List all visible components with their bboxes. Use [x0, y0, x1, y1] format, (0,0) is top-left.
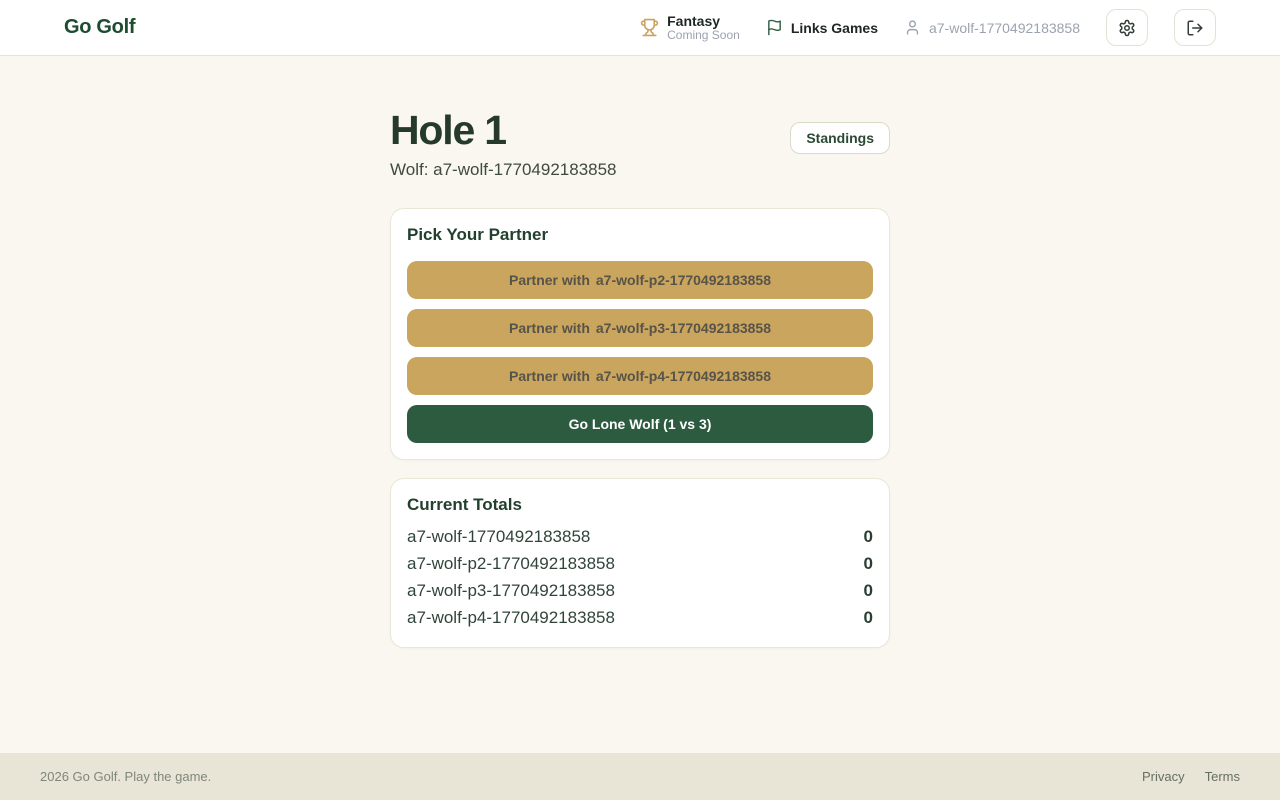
- player-score: 0: [864, 554, 873, 574]
- totals-row: a7-wolf-p2-1770492183858 0: [407, 550, 873, 577]
- pick-partner-title: Pick Your Partner: [407, 225, 873, 245]
- current-totals-title: Current Totals: [407, 495, 873, 515]
- user-icon: [904, 19, 921, 36]
- trophy-icon: [640, 18, 659, 37]
- player-name: a7-wolf-p3-1770492183858: [407, 581, 615, 601]
- gear-icon: [1118, 19, 1136, 37]
- username-label: a7-wolf-1770492183858: [929, 20, 1080, 36]
- partner-name: a7-wolf-p2-1770492183858: [596, 272, 771, 288]
- player-name: a7-wolf-p4-1770492183858: [407, 608, 615, 628]
- flag-icon: [766, 19, 783, 36]
- settings-button[interactable]: [1106, 9, 1148, 46]
- player-score: 0: [864, 527, 873, 547]
- fantasy-labels: Fantasy Coming Soon: [667, 13, 740, 43]
- current-totals-card: Current Totals a7-wolf-1770492183858 0 a…: [390, 478, 890, 648]
- content-container: Hole 1 Wolf: a7-wolf-1770492183858 Stand…: [390, 56, 890, 648]
- totals-row: a7-wolf-p3-1770492183858 0: [407, 577, 873, 604]
- partner-name: a7-wolf-p4-1770492183858: [596, 368, 771, 384]
- player-name: a7-wolf-1770492183858: [407, 527, 590, 547]
- fantasy-label: Fantasy: [667, 13, 740, 29]
- partner-button-stack: Partner with a7-wolf-p2-1770492183858 Pa…: [407, 261, 873, 443]
- standings-button[interactable]: Standings: [790, 122, 890, 154]
- partner-button-p3[interactable]: Partner with a7-wolf-p3-1770492183858: [407, 309, 873, 347]
- partner-prefix: Partner with: [509, 272, 590, 288]
- page-title: Hole 1: [390, 108, 617, 153]
- main-area: Hole 1 Wolf: a7-wolf-1770492183858 Stand…: [0, 56, 1280, 753]
- app-logo[interactable]: Go Golf: [64, 16, 135, 39]
- links-games-label: Links Games: [791, 20, 878, 36]
- partner-button-p4[interactable]: Partner with a7-wolf-p4-1770492183858: [407, 357, 873, 395]
- partner-prefix: Partner with: [509, 320, 590, 336]
- player-score: 0: [864, 608, 873, 628]
- app-footer: 2026 Go Golf. Play the game. Privacy Ter…: [0, 753, 1280, 800]
- pick-partner-card: Pick Your Partner Partner with a7-wolf-p…: [390, 208, 890, 460]
- terms-link[interactable]: Terms: [1205, 769, 1240, 784]
- title-row: Hole 1 Wolf: a7-wolf-1770492183858 Stand…: [390, 108, 890, 180]
- totals-row: a7-wolf-p4-1770492183858 0: [407, 604, 873, 631]
- footer-links: Privacy Terms: [1142, 769, 1240, 784]
- lone-wolf-button[interactable]: Go Lone Wolf (1 vs 3): [407, 405, 873, 443]
- footer-copyright: 2026 Go Golf. Play the game.: [40, 769, 211, 784]
- title-block: Hole 1 Wolf: a7-wolf-1770492183858: [390, 108, 617, 180]
- totals-row: a7-wolf-1770492183858 0: [407, 523, 873, 550]
- partner-name: a7-wolf-p3-1770492183858: [596, 320, 771, 336]
- nav-item-links-games[interactable]: Links Games: [766, 19, 878, 36]
- wolf-subtitle: Wolf: a7-wolf-1770492183858: [390, 160, 617, 180]
- partner-button-p2[interactable]: Partner with a7-wolf-p2-1770492183858: [407, 261, 873, 299]
- header-nav: Fantasy Coming Soon Links Games a7-wolf-…: [640, 9, 1216, 46]
- logout-button[interactable]: [1174, 9, 1216, 46]
- partner-prefix: Partner with: [509, 368, 590, 384]
- nav-item-fantasy[interactable]: Fantasy Coming Soon: [640, 13, 740, 43]
- app-header: Go Golf Fantasy Coming Soon: [0, 0, 1280, 56]
- player-score: 0: [864, 581, 873, 601]
- user-info: a7-wolf-1770492183858: [904, 19, 1080, 36]
- player-name: a7-wolf-p2-1770492183858: [407, 554, 615, 574]
- privacy-link[interactable]: Privacy: [1142, 769, 1185, 784]
- logout-icon: [1186, 19, 1204, 37]
- fantasy-sublabel: Coming Soon: [667, 29, 740, 43]
